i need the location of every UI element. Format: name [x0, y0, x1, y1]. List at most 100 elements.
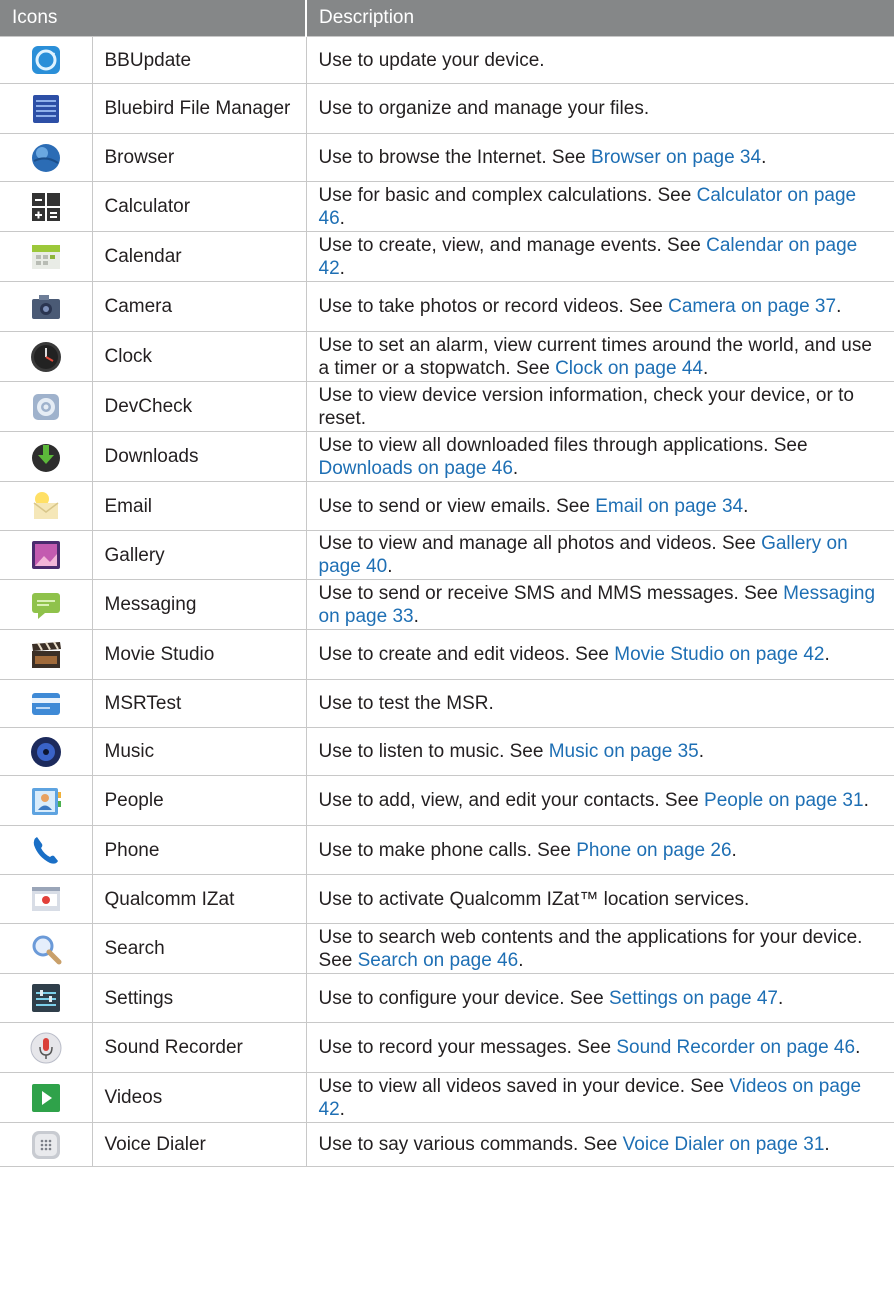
icon-cell	[0, 281, 93, 332]
app-description: Use to say various commands. See Voice D…	[305, 1122, 894, 1167]
page-reference-link[interactable]: Downloads on page 46	[319, 458, 513, 479]
description-period: .	[387, 556, 393, 577]
icon-cell	[0, 679, 93, 728]
page-reference-link[interactable]: People on page 31	[704, 790, 864, 811]
description-period: .	[777, 987, 784, 1009]
description-text: Use to create and edit videos. See	[318, 644, 615, 665]
app-name: Browser	[91, 133, 307, 182]
description-text: Use to test the MSR.	[318, 693, 494, 714]
app-description: Use to take photos or record videos. See…	[305, 281, 894, 332]
table-row: Browser Use to browse the Internet. See B…	[0, 133, 894, 182]
app-name: Voice Dialer	[91, 1122, 307, 1167]
description-period: .	[518, 949, 524, 971]
page-reference-link[interactable]: Settings on page 47	[609, 988, 778, 1009]
icon-cell	[0, 331, 93, 382]
table-row: Gallery Use to view and manage all photos…	[0, 530, 894, 580]
app-name: Bluebird File Manager	[91, 83, 307, 134]
table-row: People Use to add, view, and edit your co…	[0, 775, 894, 826]
description-text: Use to record your messages. See	[318, 1037, 617, 1058]
page-reference-link[interactable]: Browser on page 34	[591, 147, 761, 168]
app-name: Search	[91, 923, 307, 974]
icon-cell	[0, 1122, 93, 1167]
description-period: .	[512, 457, 519, 479]
table-row: Downloads Use to view all downloaded file…	[0, 431, 894, 482]
people-icon	[29, 784, 63, 818]
table-header: Icons Description	[0, 0, 894, 37]
page-reference-link[interactable]: Email on page 34	[595, 496, 743, 517]
app-name: Messaging	[91, 579, 307, 630]
description-text: Use to listen to music. See	[318, 741, 549, 762]
settings-icon	[29, 981, 63, 1015]
page-reference-link[interactable]: Movie Studio on page 42	[614, 644, 824, 665]
icon-cell	[0, 133, 93, 182]
table-row: DevCheck Use to view device version infor…	[0, 381, 894, 432]
page-reference-link[interactable]: Clock on page 44	[555, 358, 703, 379]
table-row: BBUpdate Use to update your device.	[0, 36, 894, 84]
sound-recorder-icon	[29, 1031, 63, 1065]
icon-cell	[0, 775, 93, 826]
icon-cell	[0, 431, 93, 482]
page-reference-link[interactable]: Camera on page 37	[668, 296, 836, 317]
calculator-icon	[29, 190, 63, 224]
movie-studio-icon	[29, 638, 63, 672]
table-row: Calendar Use to create, view, and manage …	[0, 231, 894, 282]
table-row: Movie Studio Use to create and edit video…	[0, 629, 894, 680]
app-name: BBUpdate	[91, 36, 307, 84]
app-name: DevCheck	[91, 381, 307, 432]
app-description: Use to search web contents and the appli…	[305, 923, 894, 974]
icon-cell	[0, 727, 93, 776]
description-text: Use to organize and manage your files.	[318, 98, 650, 119]
email-icon	[29, 489, 63, 523]
table-row: Clock Use to set an alarm, view current t…	[0, 331, 894, 382]
app-description: Use to view all videos saved in your dev…	[305, 1072, 894, 1123]
icon-cell	[0, 181, 93, 232]
icon-cell	[0, 1072, 93, 1123]
description-text: Use to take photos or record videos. See	[318, 296, 669, 317]
app-description: Use to send or receive SMS and MMS messa…	[305, 579, 894, 630]
description-text: Use to say various commands. See	[318, 1134, 623, 1155]
description-text: Use to configure your device. See	[318, 987, 609, 1009]
icons-table: Icons Description BBUpdate Use to update …	[0, 0, 894, 1167]
app-name: Videos	[91, 1072, 307, 1123]
page-reference-link[interactable]: Search on page 46	[358, 950, 519, 971]
qualcomm-izat-icon	[29, 882, 63, 916]
app-name: Qualcomm IZat	[91, 874, 307, 924]
icon-cell	[0, 629, 93, 680]
icons-column-header: Icons	[0, 0, 307, 37]
description-period: .	[824, 1134, 830, 1155]
table-row: Videos Use to view all videos saved in yo…	[0, 1072, 894, 1123]
description-text: Use to view all downloaded files through…	[318, 434, 808, 456]
page-reference-link[interactable]: Sound Recorder on page 46	[616, 1037, 855, 1058]
icon-cell	[0, 923, 93, 974]
app-description: Use to view device version information, …	[305, 381, 894, 432]
app-description: Use to send or view emails. See Email on…	[305, 481, 894, 531]
table-row: Music Use to listen to music. See Music o…	[0, 727, 894, 776]
table-row: MSRTest Use to test the MSR.	[0, 679, 894, 728]
description-text: Use to send or view emails. See	[318, 495, 596, 517]
table-row: Camera Use to take photos or record video…	[0, 281, 894, 332]
bbupdate-icon	[29, 43, 63, 77]
file-manager-icon	[29, 92, 63, 126]
app-description: Use to create and edit videos. See Movie…	[305, 629, 894, 680]
description-text: Use to view device version information, …	[318, 384, 854, 429]
app-name: Calendar	[91, 231, 307, 282]
icon-cell	[0, 481, 93, 531]
page-reference-link[interactable]: Voice Dialer on page 31	[623, 1134, 825, 1155]
app-description: Use to view and manage all photos and vi…	[305, 530, 894, 580]
description-text: Use to add, view, and edit your contacts…	[318, 790, 705, 811]
videos-icon	[29, 1081, 63, 1115]
description-text: Use to send or receive SMS and MMS messa…	[318, 582, 784, 604]
clock-icon	[29, 340, 63, 374]
app-name: Downloads	[91, 431, 307, 482]
page-reference-link[interactable]: Phone on page 26	[576, 840, 731, 861]
calendar-icon	[29, 240, 63, 274]
app-name: Sound Recorder	[91, 1022, 307, 1073]
description-period: .	[836, 296, 842, 317]
app-description: Use to view all downloaded files through…	[305, 431, 894, 482]
icon-cell	[0, 530, 93, 580]
description-text: Use to update your device.	[318, 49, 545, 71]
app-description: Use for basic and complex calculations. …	[305, 181, 894, 232]
page-reference-link[interactable]: Music on page 35	[549, 741, 699, 762]
camera-icon	[29, 290, 63, 324]
table-row: Email Use to send or view emails. See Ema…	[0, 481, 894, 531]
